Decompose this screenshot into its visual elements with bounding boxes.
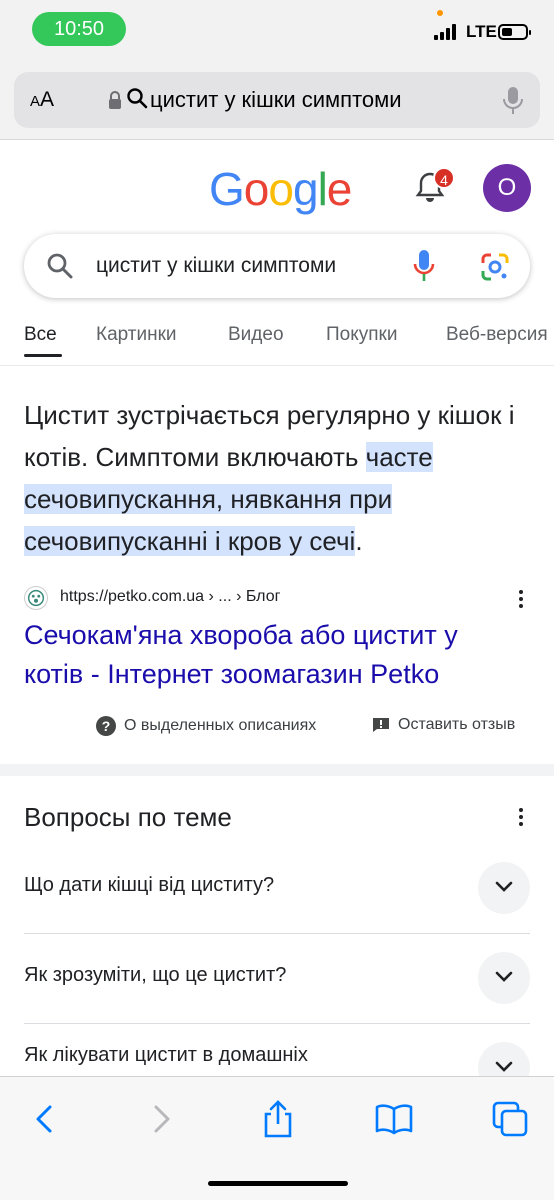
tab-all[interactable]: Все [24, 324, 57, 346]
battery-icon [498, 24, 531, 40]
section-divider [0, 764, 554, 776]
bookmarks-icon[interactable] [374, 1099, 414, 1139]
feedback-icon [373, 717, 389, 732]
microphone-icon[interactable] [502, 86, 524, 116]
logo-letter: G [209, 163, 245, 215]
tab-video[interactable]: Видео [228, 324, 284, 346]
help-icon: ? [96, 716, 116, 736]
address-text: цистит у кішки симптоми [150, 87, 402, 112]
tab-shopping[interactable]: Покупки [326, 324, 397, 346]
question-item[interactable]: Як зрозуміти, що це цистит? [24, 934, 530, 1024]
chevron-down-icon [495, 1061, 513, 1072]
source-url: https://petko.com.ua › ... › Блог [60, 588, 281, 605]
result-title-link[interactable]: Сечокам'яна хвороба або цистит у котів -… [24, 616, 524, 694]
text-size-button[interactable]: AA [30, 88, 54, 112]
tab-web[interactable]: Веб-версия [446, 324, 548, 346]
search-icon [47, 253, 73, 279]
featured-snippet-text: Цистит зустрічається регулярно у кішок і… [24, 400, 515, 556]
lock-icon [109, 91, 121, 109]
voice-search-icon[interactable] [412, 248, 436, 284]
expand-button[interactable] [478, 862, 530, 914]
home-indicator [208, 1181, 348, 1186]
notification-count-badge: 4 [433, 167, 455, 189]
search-box[interactable]: цистит у кішки симптоми [24, 234, 530, 298]
account-avatar[interactable]: O [483, 164, 531, 212]
feedback-link[interactable]: Оставить отзыв [372, 716, 515, 742]
cell-signal-icon [434, 24, 460, 40]
active-tab-indicator [24, 354, 62, 357]
site-favicon-icon [24, 586, 48, 610]
logo-letter: e [326, 163, 353, 215]
chevron-down-icon [495, 971, 513, 982]
more-options-icon[interactable] [518, 590, 524, 610]
about-snippets-link[interactable]: ? О выделенных описаниях [96, 716, 316, 742]
tab-images[interactable]: Картинки [96, 324, 177, 346]
question-text: Що дати кішці від циститу? [24, 874, 275, 896]
privacy-indicator-dot [437, 10, 443, 16]
question-text: Як лікувати цистит в домашніх [24, 1044, 308, 1066]
question-item[interactable]: Що дати кішці від циститу? [24, 844, 530, 934]
question-text: Як зрозуміти, що це цистит? [24, 964, 287, 986]
address-bar[interactable]: AA цистит у кішки симптоми [14, 72, 540, 128]
logo-letter: g [292, 163, 319, 215]
logo-letter: l [317, 163, 328, 215]
google-logo[interactable]: Google [209, 162, 353, 216]
back-arrow-icon[interactable] [24, 1099, 64, 1139]
browser-address-area: AA цистит у кішки симптоми [0, 62, 554, 140]
logo-letter: o [268, 163, 294, 215]
search-input[interactable]: цистит у кішки симптоми [96, 254, 336, 278]
related-questions-title: Вопросы по теме [24, 802, 232, 832]
status-bar: 10:50 LTE [0, 0, 554, 62]
status-time: 10:50 [32, 12, 126, 46]
search-tabs: Все Картинки Видео Покупки Веб-версия [0, 318, 554, 366]
search-icon [127, 88, 148, 109]
tabs-icon[interactable] [490, 1099, 530, 1139]
google-lens-icon[interactable] [480, 252, 510, 282]
chevron-down-icon [495, 881, 513, 892]
share-icon[interactable] [258, 1099, 298, 1139]
snippet-source[interactable]: https://petko.com.ua › ... › Блог [24, 586, 530, 612]
forward-arrow-icon[interactable] [142, 1099, 182, 1139]
expand-button[interactable] [478, 952, 530, 1004]
logo-letter: o [243, 163, 270, 215]
more-options-icon[interactable] [518, 808, 524, 828]
network-type: LTE [466, 22, 497, 41]
